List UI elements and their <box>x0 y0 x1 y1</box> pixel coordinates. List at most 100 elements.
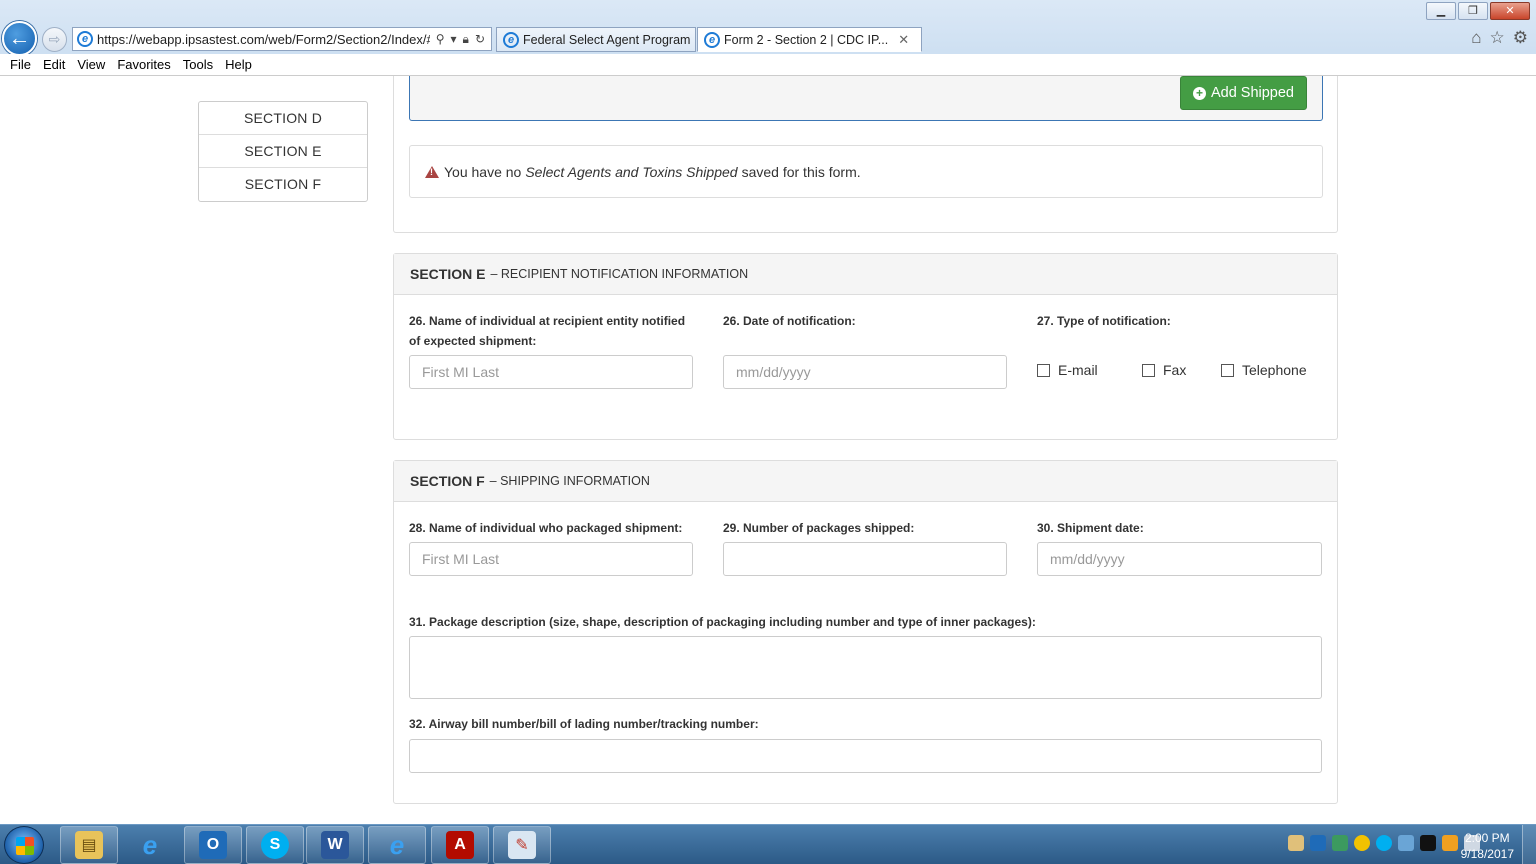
taskbar-clock[interactable]: 2:00 PM 9/18/2017 <box>1461 830 1514 862</box>
system-tray <box>1288 835 1480 851</box>
arrow-right-icon: ⇨ <box>48 31 61 47</box>
notification-date-input[interactable] <box>723 355 1007 389</box>
option-fax[interactable]: Fax <box>1142 362 1186 378</box>
plus-circle-icon: + <box>1192 86 1206 100</box>
option-telephone[interactable]: Telephone <box>1221 362 1307 378</box>
address-url[interactable]: https://webapp.ipsastest.com/web/Form2/S… <box>97 32 430 47</box>
update-tray-icon[interactable] <box>1442 835 1458 851</box>
section-e-title: SECTION E <box>410 266 486 282</box>
shipment-date-input[interactable] <box>1037 542 1322 576</box>
checkbox-email[interactable] <box>1037 363 1050 377</box>
menu-edit[interactable]: Edit <box>37 57 71 72</box>
tab-form2-section2[interactable]: e Form 2 - Section 2 | CDC IP... ✕ <box>697 27 922 52</box>
section-f-panel: SECTION F – SHIPPING INFORMATION 28. Nam… <box>393 460 1338 804</box>
mail-tray-icon[interactable] <box>1288 835 1304 851</box>
field-26a-label: 26. Name of individual at recipient enti… <box>409 314 686 348</box>
section-e-header: SECTION E – RECIPIENT NOTIFICATION INFOR… <box>394 254 1337 295</box>
package-description-textarea[interactable] <box>409 636 1322 699</box>
section-e-panel: SECTION E – RECIPIENT NOTIFICATION INFOR… <box>393 253 1338 440</box>
warning-tray-icon[interactable] <box>1354 835 1370 851</box>
section-sidenav: SECTION D SECTION E SECTION F <box>198 101 368 202</box>
add-shipped-button[interactable]: + Add Shipped <box>1179 76 1307 110</box>
option-telephone-label: Telephone <box>1242 362 1307 378</box>
restore-button[interactable]: ❐ <box>1458 2 1488 20</box>
field-26b-label: 26. Date of notification: <box>723 314 856 328</box>
dropdown-icon[interactable]: ▾ <box>451 32 457 47</box>
paint-palette-icon: ✎ <box>508 831 536 859</box>
option-email[interactable]: E-mail <box>1037 362 1098 378</box>
field-27-label: 27. Type of notification: <box>1037 314 1171 328</box>
taskbar-ie-pinned[interactable]: e <box>121 826 179 864</box>
packager-name-input[interactable] <box>409 542 693 576</box>
search-icon[interactable]: ⚲ <box>436 32 445 47</box>
field-31-label: 31. Package description (size, shape, de… <box>409 615 1036 629</box>
sidenav-item-section-e[interactable]: SECTION E <box>199 135 367 168</box>
taskbar-skype[interactable]: S <box>246 826 304 864</box>
tab-label: Form 2 - Section 2 | CDC IP... <box>724 32 889 47</box>
clock-date: 9/18/2017 <box>1460 847 1514 861</box>
page-viewport: SECTION D SECTION E SECTION F + Add Ship… <box>0 76 1536 824</box>
arrow-left-icon: ← <box>8 25 31 50</box>
package-count-input[interactable] <box>723 542 1007 576</box>
refresh-icon[interactable]: ↻ <box>475 32 485 47</box>
network-tray-icon[interactable] <box>1398 835 1414 851</box>
taskbar-outlook[interactable]: O <box>184 826 242 864</box>
menu-favorites[interactable]: Favorites <box>111 57 176 72</box>
no-shipped-alert: You have no Select Agents and Toxins Shi… <box>409 145 1323 198</box>
gear-icon[interactable]: ⚙ <box>1513 28 1528 48</box>
menu-bar: File Edit View Favorites Tools Help <box>0 54 1536 76</box>
tab-federal-select-agent[interactable]: e Federal Select Agent Program ... <box>496 27 696 52</box>
clock-time: 2:00 PM <box>1464 831 1510 845</box>
alert-suffix: saved for this form. <box>741 163 861 180</box>
window-controls: ▁ ❐ ✕ <box>1426 2 1530 20</box>
taskbar-explorer[interactable]: ▤ <box>60 826 118 864</box>
field-30-label: 30. Shipment date: <box>1037 521 1144 535</box>
ie-icon: e <box>389 829 405 860</box>
close-window-button[interactable]: ✕ <box>1490 2 1530 20</box>
sidenav-item-section-f[interactable]: SECTION F <box>199 168 367 201</box>
recipient-name-input[interactable] <box>409 355 693 389</box>
option-fax-label: Fax <box>1163 362 1187 378</box>
home-icon[interactable]: ⌂ <box>1471 28 1481 48</box>
menu-view[interactable]: View <box>71 57 111 72</box>
address-tools: ⚲ ▾ 🔒︎ ↻ <box>430 32 491 47</box>
favorites-star-icon[interactable]: ☆ <box>1490 28 1505 48</box>
security-tray-icon[interactable] <box>1332 835 1348 851</box>
windows-taskbar: ▤ e O S W e A ✎ 2:00 PM 9/18/2017 <box>0 824 1536 864</box>
ie-icon: e <box>142 829 158 860</box>
section-f-title: SECTION F <box>410 473 485 489</box>
outlook-tray-icon[interactable] <box>1310 835 1326 851</box>
taskbar-word[interactable]: W <box>306 826 364 864</box>
warning-icon <box>425 165 439 178</box>
ie-page-icon: e <box>77 31 93 47</box>
option-email-label: E-mail <box>1058 362 1098 378</box>
alert-emphasis: Select Agents and Toxins Shipped <box>525 163 738 180</box>
minimize-button[interactable]: ▁ <box>1426 2 1456 20</box>
close-tab-icon[interactable]: ✕ <box>898 32 909 48</box>
outlook-icon: O <box>199 831 227 859</box>
menu-file[interactable]: File <box>4 57 37 72</box>
ie-page-icon: e <box>503 31 519 48</box>
checkbox-fax[interactable] <box>1142 363 1155 377</box>
start-button[interactable] <box>4 826 44 864</box>
add-shipped-label: Add Shipped <box>1210 85 1294 101</box>
back-button[interactable]: ← <box>2 21 37 56</box>
checkbox-telephone[interactable] <box>1221 363 1234 377</box>
tracking-number-input[interactable] <box>409 739 1322 773</box>
address-bar[interactable]: e https://webapp.ipsastest.com/web/Form2… <box>72 27 492 51</box>
taskbar-paint[interactable]: ✎ <box>493 826 551 864</box>
taskbar-ie-active[interactable]: e <box>368 826 426 864</box>
taskbar-acrobat[interactable]: A <box>431 826 489 864</box>
menu-tools[interactable]: Tools <box>177 57 219 72</box>
word-icon: W <box>321 831 349 859</box>
skype-tray-icon[interactable] <box>1376 835 1392 851</box>
lock-icon[interactable]: 🔒︎ <box>463 32 469 47</box>
sidenav-item-section-d[interactable]: SECTION D <box>199 102 367 135</box>
field-28-label: 28. Name of individual who packaged ship… <box>409 521 683 535</box>
field-32-label: 32. Airway bill number/bill of lading nu… <box>409 717 759 731</box>
menu-help[interactable]: Help <box>219 57 258 72</box>
forward-button[interactable]: ⇨ <box>42 27 67 52</box>
show-desktop-button[interactable] <box>1522 825 1536 864</box>
wifi-tray-icon[interactable] <box>1420 835 1436 851</box>
alert-prefix: You have no <box>444 163 522 180</box>
